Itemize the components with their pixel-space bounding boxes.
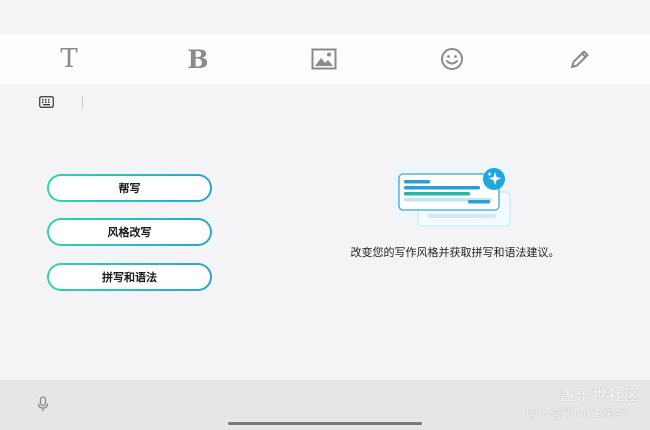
bold-button[interactable]: B xyxy=(173,34,223,84)
watermark-brand: 盖乐世社区 xyxy=(560,386,641,404)
text-cursor xyxy=(82,97,83,109)
top-spacer xyxy=(0,0,650,34)
text-T-icon: T xyxy=(60,44,78,74)
handwriting-button[interactable] xyxy=(555,34,605,84)
writing-assist-description: 改变您的写作风格并获取拼写和语法建议。 xyxy=(350,246,560,259)
text-format-button[interactable]: T xyxy=(44,34,94,84)
writing-assist-illustration xyxy=(394,164,512,227)
spelling-grammar-button[interactable]: 拼写和语法 xyxy=(47,263,212,291)
format-toolbar: T B xyxy=(0,34,650,84)
pencil-icon xyxy=(571,50,589,68)
keyboard-icon[interactable] xyxy=(39,96,54,108)
watermark-user: @好喜欢Note系列 xyxy=(526,406,627,420)
smiley-icon xyxy=(441,48,463,70)
insert-image-button[interactable] xyxy=(299,34,349,84)
style-rewrite-button[interactable]: 风格改写 xyxy=(47,218,212,246)
help-write-button[interactable]: 帮写 xyxy=(47,174,212,202)
home-indicator[interactable] xyxy=(228,422,422,425)
input-row xyxy=(0,92,650,114)
image-icon xyxy=(311,48,337,70)
bottom-bar: 盖乐世社区 @好喜欢Note系列 xyxy=(0,380,650,430)
microphone-icon[interactable] xyxy=(37,396,49,412)
bold-B-icon: B xyxy=(187,44,209,74)
emoji-button[interactable] xyxy=(427,34,477,84)
